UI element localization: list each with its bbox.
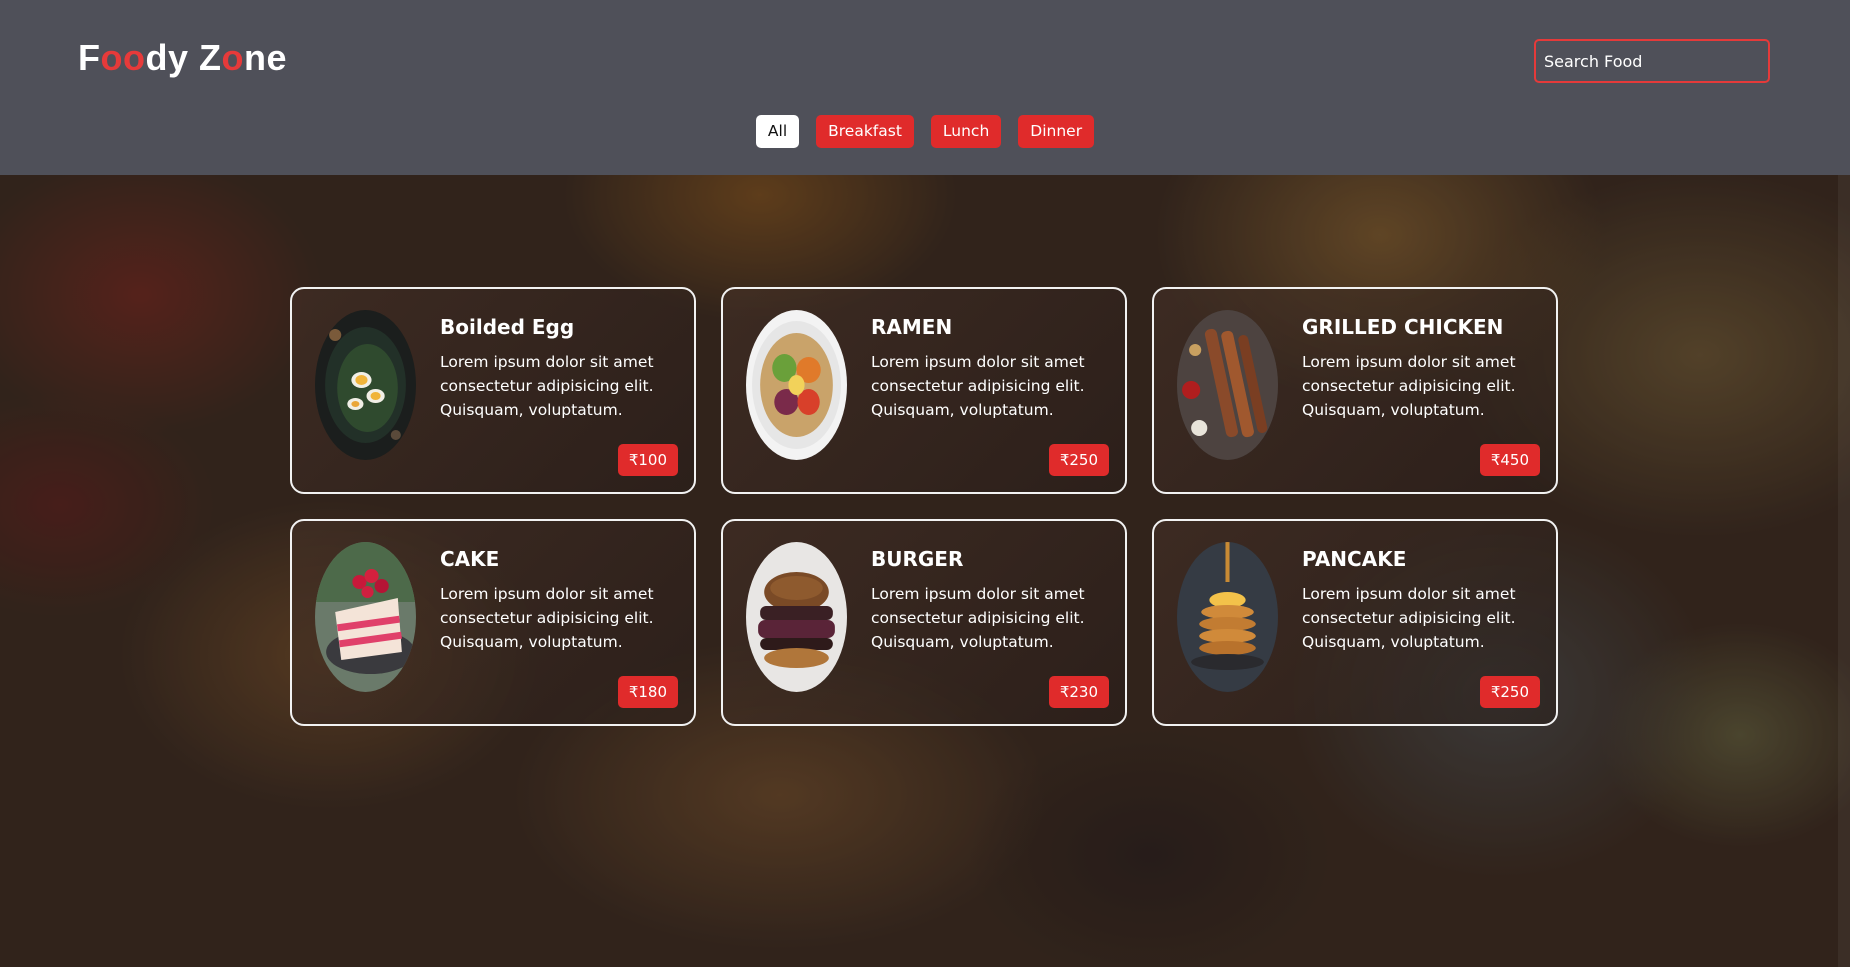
food-image-grilled-chicken bbox=[1177, 310, 1278, 460]
logo-text-2: dy Z bbox=[145, 37, 222, 78]
food-description: Lorem ipsum dolor sit amet consectetur a… bbox=[1302, 353, 1516, 419]
price-button[interactable]: ₹250 bbox=[1048, 444, 1109, 476]
price-button[interactable]: ₹180 bbox=[617, 676, 678, 708]
food-name: Boilded Egg bbox=[440, 315, 575, 339]
food-image-boiled-egg bbox=[315, 310, 416, 460]
page-scrollbar[interactable] bbox=[1838, 175, 1850, 967]
logo: Foody Zone bbox=[78, 36, 287, 80]
food-card: Boilded Egg Lorem ipsum dolor sit amet c… bbox=[290, 287, 696, 494]
food-card: BURGER Lorem ipsum dolor sit amet consec… bbox=[721, 519, 1127, 726]
filter-breakfast-button[interactable]: Breakfast bbox=[816, 115, 914, 148]
food-description: Lorem ipsum dolor sit amet consectetur a… bbox=[440, 585, 654, 651]
food-name: PANCAKE bbox=[1302, 547, 1407, 571]
food-name: GRILLED CHICKEN bbox=[1302, 315, 1504, 339]
food-card: RAMEN Lorem ipsum dolor sit amet consect… bbox=[721, 287, 1127, 494]
food-name: BURGER bbox=[871, 547, 964, 571]
price-button[interactable]: ₹250 bbox=[1479, 676, 1540, 708]
filter-dinner-button[interactable]: Dinner bbox=[1018, 115, 1095, 148]
food-name: CAKE bbox=[440, 547, 500, 571]
logo-text-1: F bbox=[78, 37, 101, 78]
logo-accent-2: o bbox=[221, 37, 244, 78]
food-image-pancake bbox=[1177, 542, 1278, 692]
price-button[interactable]: ₹100 bbox=[617, 444, 678, 476]
logo-text-3: ne bbox=[244, 37, 288, 78]
food-card: GRILLED CHICKEN Lorem ipsum dolor sit am… bbox=[1152, 287, 1558, 494]
price-button[interactable]: ₹230 bbox=[1048, 676, 1109, 708]
filter-bar: All Breakfast Lunch Dinner bbox=[0, 115, 1850, 148]
filter-lunch-button[interactable]: Lunch bbox=[930, 115, 1002, 148]
food-card: PANCAKE Lorem ipsum dolor sit amet conse… bbox=[1152, 519, 1558, 726]
price-button[interactable]: ₹450 bbox=[1479, 444, 1540, 476]
food-name: RAMEN bbox=[871, 315, 953, 339]
food-image-burger bbox=[746, 542, 847, 692]
food-image-ramen bbox=[746, 310, 847, 460]
search-input[interactable] bbox=[1534, 39, 1770, 83]
food-description: Lorem ipsum dolor sit amet consectetur a… bbox=[1302, 585, 1516, 651]
food-image-cake bbox=[315, 542, 416, 692]
top-header: Foody Zone All Breakfast Lunch Dinner bbox=[0, 0, 1850, 175]
food-card: CAKE Lorem ipsum dolor sit amet consecte… bbox=[290, 519, 696, 726]
food-description: Lorem ipsum dolor sit amet consectetur a… bbox=[871, 353, 1085, 419]
logo-accent-1: oo bbox=[100, 37, 146, 78]
food-description: Lorem ipsum dolor sit amet consectetur a… bbox=[440, 353, 654, 419]
filter-all-button[interactable]: All bbox=[755, 115, 800, 148]
food-card-grid: Boilded Egg Lorem ipsum dolor sit amet c… bbox=[290, 287, 1560, 726]
food-section: Boilded Egg Lorem ipsum dolor sit amet c… bbox=[0, 175, 1850, 967]
food-description: Lorem ipsum dolor sit amet consectetur a… bbox=[871, 585, 1085, 651]
